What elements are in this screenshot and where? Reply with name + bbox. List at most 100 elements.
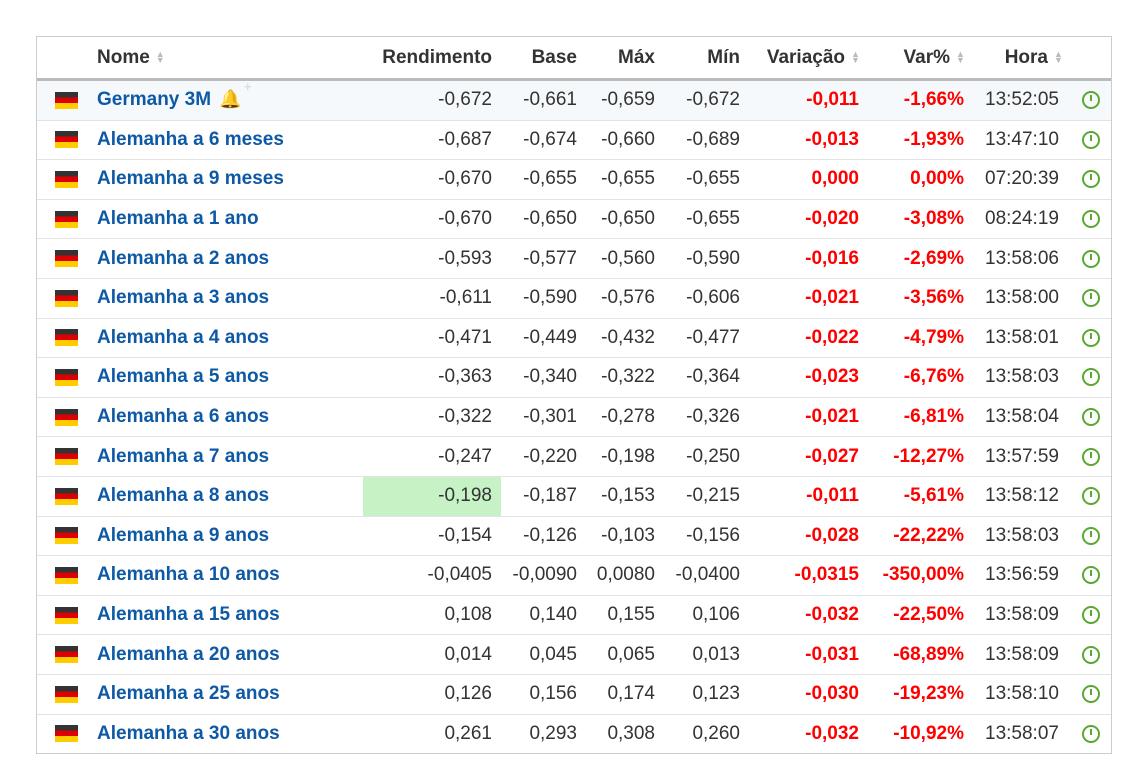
clock-cell [1071,159,1111,200]
sort-icon: ▲ ▼ [851,49,860,66]
max-cell: -0,560 [586,238,664,279]
base-cell: -0,655 [501,159,586,200]
time-cell: 13:58:10 [973,674,1071,715]
flag-cell [37,476,87,517]
name-cell: Alemanha a 3 anos [87,278,363,319]
bond-name-link[interactable]: Alemanha a 3 anos [97,287,269,308]
min-cell: 0,013 [664,634,749,675]
change-cell: -0,011 [749,79,868,121]
bond-name-link[interactable]: Alemanha a 1 ano [97,208,259,229]
header-time[interactable]: Hora ▲ ▼ [973,37,1071,81]
table-row: Alemanha a 6 anos -0,322 -0,301 -0,278 -0,32… [37,397,1111,438]
clock-cell [1071,555,1111,596]
bond-name-link[interactable]: Alemanha a 5 anos [97,366,269,387]
bond-name-link[interactable]: Alemanha a 7 anos [97,446,269,467]
max-cell: -0,432 [586,318,664,359]
base-cell: -0,590 [501,278,586,319]
add-alert-bell-icon[interactable]: 🔔 + [219,79,251,110]
min-cell: -0,672 [664,79,749,121]
bond-name-link[interactable]: Alemanha a 4 anos [97,327,269,348]
table-row: Alemanha a 8 anos -0,198 -0,187 -0,153 -0,21… [37,476,1111,517]
change-cell: -0,011 [749,476,868,517]
bond-name-link[interactable]: Alemanha a 10 anos [97,564,280,585]
header-base[interactable]: Base [501,37,586,81]
change-pct-cell: -22,50% [868,595,973,636]
max-cell: -0,660 [586,120,664,161]
table-row: Germany 3M 🔔 + -0,672 -0,661 -0,659 -0,672 -0,0… [37,79,1111,121]
bond-name-link[interactable]: Alemanha a 8 anos [97,485,269,506]
min-cell: -0,655 [664,159,749,200]
header-max[interactable]: Máx [586,37,664,81]
header-min[interactable]: Mín [664,37,749,81]
min-cell: -0,606 [664,278,749,319]
change-pct-cell: -6,76% [868,357,973,398]
change-cell: -0,027 [749,436,868,477]
flag-cell [37,674,87,715]
name-cell: Alemanha a 9 anos [87,516,363,557]
min-cell: 0,260 [692,722,740,744]
header-yield[interactable]: Rendimento [363,37,501,81]
clock-icon [1082,91,1100,110]
bond-name-link[interactable]: Alemanha a 30 anos [97,723,280,744]
name-cell: Alemanha a 2 anos [87,238,363,279]
bond-name-link[interactable]: Alemanha a 9 meses [97,168,284,189]
base-cell: -0,650 [501,199,586,240]
max-cell: 0,065 [586,634,664,675]
bond-name-link[interactable]: Alemanha a 9 anos [97,525,269,546]
yield-cell: 0,126 [363,674,501,715]
base-cell: -0,187 [501,476,586,517]
clock-icon [1082,645,1100,664]
header-change-pct[interactable]: Var% ▲ ▼ [868,37,973,81]
max-cell: 0,155 [586,595,664,636]
clock-icon [1082,408,1100,427]
clock-cell [1071,397,1111,438]
germany-flag-icon [55,289,78,307]
germany-flag-icon [55,91,78,109]
clock-cell [1071,318,1111,359]
bond-name-link[interactable]: Alemanha a 2 anos [97,248,269,269]
time-cell: 13:56:59 [973,555,1071,596]
time-cell: 13:58:06 [973,238,1071,279]
germany-flag-icon [55,210,78,228]
bond-name-link[interactable]: Alemanha a 20 anos [97,644,280,665]
time-cell: 13:58:03 [973,357,1071,398]
bond-name-link[interactable]: Germany 3M [97,89,211,110]
flag-cell [37,595,87,636]
max-cell: 0,174 [586,674,664,715]
change-cell: -0,020 [749,199,868,240]
yield-cell: -0,593 [363,238,501,279]
min-cell: -0,655 [664,199,749,240]
change-cell: -0,021 [749,278,868,319]
bond-name-link[interactable]: Alemanha a 25 anos [97,683,280,704]
clock-icon [1082,130,1100,149]
max-cell: -0,322 [586,357,664,398]
min-cell: -0,156 [664,516,749,557]
change-cell: -0,013 [749,120,868,161]
time-cell: 13:52:05 [973,79,1071,121]
min-cell: -0,215 [664,476,749,517]
clock-cell [1071,357,1111,398]
change-pct-cell: -350,00% [868,555,973,596]
bond-name-link[interactable]: Alemanha a 15 anos [97,604,280,625]
header-name[interactable]: Nome ▲ ▼ [87,37,363,81]
header-change[interactable]: Variação ▲ ▼ [749,37,868,81]
bond-name-link[interactable]: Alemanha a 6 anos [97,406,269,427]
germany-flag-icon [55,646,78,664]
bond-name-link[interactable]: Alemanha a 6 meses [97,129,284,150]
min-cell: -0,689 [664,120,749,161]
header-row: Nome ▲ ▼ Rendimento Base Máx Mín Variação ▲… [37,37,1111,81]
yield-cell: 0,108 [363,595,501,636]
change-pct-cell: -3,08% [868,199,973,240]
germany-flag-icon [55,170,78,188]
change-pct-cell: -1,93% [868,120,973,161]
max-cell: 0,0080 [586,555,664,596]
change-pct-cell: -10,92% [893,722,964,744]
min-cell: -0,477 [664,318,749,359]
base-cell: -0,220 [501,436,586,477]
min-cell: -0,364 [664,357,749,398]
base-cell: -0,126 [501,516,586,557]
table-row: Alemanha a 10 anos -0,0405 -0,0090 0,0080 -0… [37,555,1111,596]
change-cell: -0,032 [805,722,859,744]
clock-header [1071,37,1111,81]
base-cell: 0,156 [501,674,586,715]
